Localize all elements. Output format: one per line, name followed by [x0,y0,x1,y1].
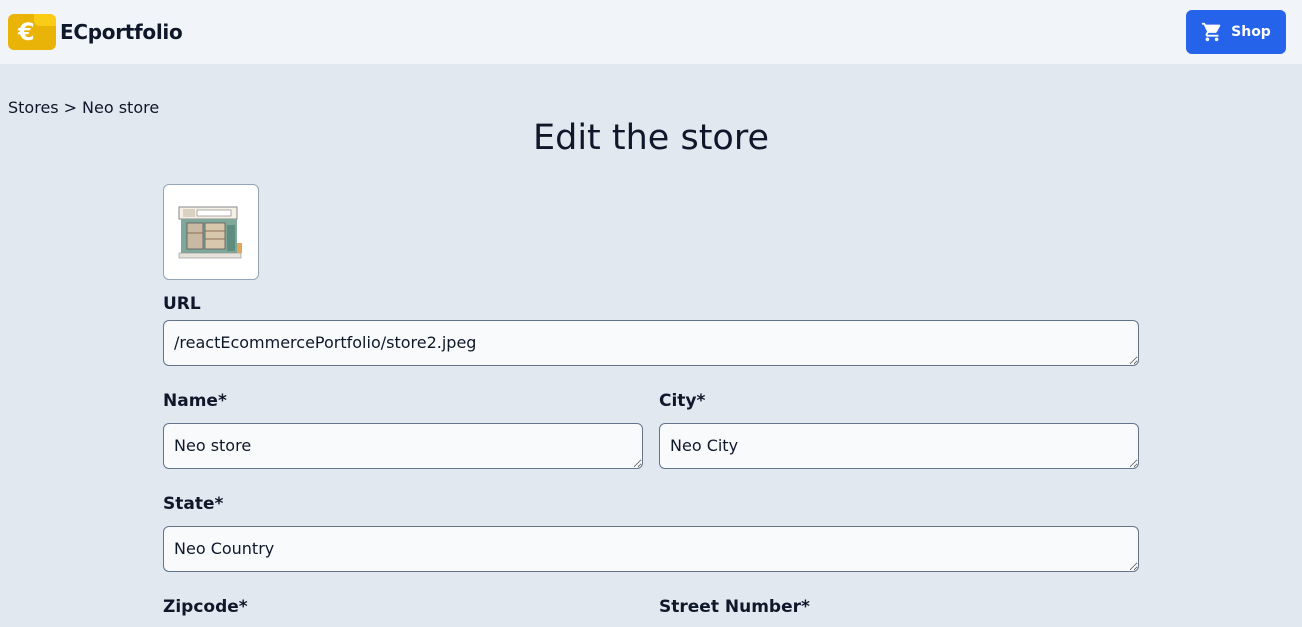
zipcode-label: Zipcode* [163,597,248,617]
shop-button[interactable]: Shop [1186,10,1286,54]
state-input[interactable]: Neo Country [163,526,1139,572]
euro-wallet-logo-icon: € [8,14,56,50]
edit-store-form: URL /reactEcommercePortfolio/store2.jpeg… [163,184,1139,618]
logo-symbol: € [18,18,35,46]
city-label: City* [659,391,706,411]
breadcrumb-current: Neo store [82,98,160,117]
navbar: € ECportfolio Shop [0,0,1302,64]
breadcrumb: Stores > Neo store [8,98,159,117]
url-label: URL [163,294,201,314]
state-label: State* [163,494,224,514]
store-image-thumbnail[interactable] [163,184,259,280]
street-number-label: Street Number* [659,597,810,617]
url-input[interactable]: /reactEcommercePortfolio/store2.jpeg [163,320,1139,366]
store-illustration-icon [178,206,242,259]
page-title: Edit the store [533,118,769,158]
name-input[interactable]: Neo store [163,423,643,469]
city-input[interactable]: Neo City [659,423,1139,469]
breadcrumb-separator: > [63,98,78,117]
shop-button-label: Shop [1231,24,1271,40]
name-label: Name* [163,391,227,411]
brand[interactable]: € ECportfolio [8,14,183,50]
cart-icon [1202,22,1221,42]
breadcrumb-stores-link[interactable]: Stores [8,98,59,117]
brand-name: ECportfolio [60,20,183,44]
